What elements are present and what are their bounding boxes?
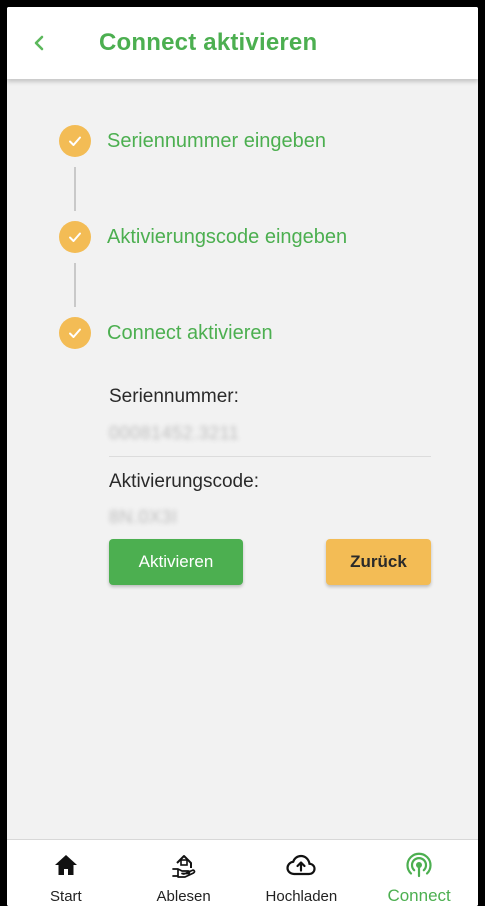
activation-code-label: Aktivierungscode: bbox=[109, 471, 259, 492]
top-app-bar: Connect aktivieren bbox=[7, 7, 478, 79]
page-title: Connect aktivieren bbox=[99, 29, 318, 56]
step-check-icon bbox=[59, 221, 91, 253]
step-label: Connect aktivieren bbox=[107, 321, 273, 344]
nav-label: Hochladen bbox=[265, 888, 338, 905]
activate-button[interactable]: Aktivieren bbox=[109, 539, 243, 585]
nav-label: Connect bbox=[387, 886, 451, 905]
nav-label: Start bbox=[50, 888, 82, 905]
nav-item-hochladen[interactable]: Hochladen bbox=[243, 840, 361, 906]
step-connect-activate: Connect aktivieren bbox=[59, 317, 273, 349]
nav-item-start[interactable]: Start bbox=[7, 840, 125, 906]
meter-reading-icon bbox=[171, 855, 195, 878]
field-divider bbox=[109, 456, 431, 457]
step-serial-number: Seriennummer eingeben bbox=[59, 125, 326, 157]
step-check-icon bbox=[59, 317, 91, 349]
connect-signal-icon bbox=[406, 852, 432, 878]
app-screen: Connect aktivieren Seriennummer eingeben… bbox=[7, 7, 478, 906]
step-label: Aktivierungscode eingeben bbox=[107, 225, 348, 248]
bottom-navigation: Start Ablesen Hochladen Connect bbox=[7, 839, 478, 906]
nav-item-ablesen[interactable]: Ablesen bbox=[125, 840, 243, 906]
step-activation-code: Aktivierungscode eingeben bbox=[59, 221, 347, 253]
chevron-left-icon bbox=[34, 35, 44, 51]
activation-code-value: 8N.0X3I bbox=[109, 507, 178, 527]
home-icon bbox=[54, 855, 77, 875]
back-step-button[interactable]: Zurück bbox=[326, 539, 431, 585]
nav-item-connect[interactable]: Connect bbox=[360, 840, 478, 906]
nav-label: Ablesen bbox=[156, 888, 211, 905]
cloud-upload-icon bbox=[286, 854, 316, 876]
step-check-icon bbox=[59, 125, 91, 157]
step-connector bbox=[74, 263, 76, 307]
back-button[interactable] bbox=[7, 7, 71, 79]
serial-number-value: 00081452.3211 bbox=[109, 423, 240, 443]
serial-number-label: Seriennummer: bbox=[109, 386, 239, 407]
step-connector bbox=[74, 167, 76, 211]
step-label: Seriennummer eingeben bbox=[107, 129, 327, 152]
